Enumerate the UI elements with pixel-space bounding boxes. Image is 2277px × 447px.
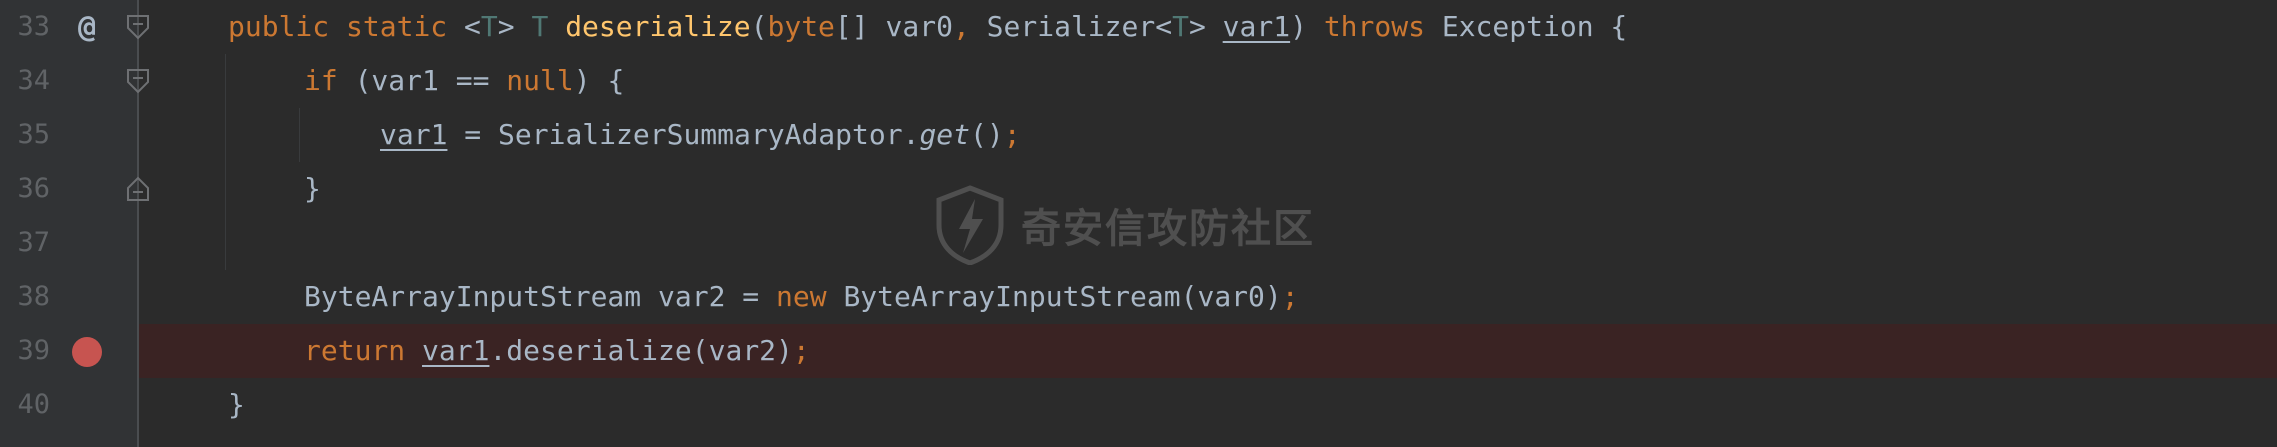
fold-icon[interactable]: [126, 176, 150, 202]
expr: = SerializerSummaryAdaptor.: [447, 118, 920, 151]
expr: (): [970, 118, 1004, 151]
at-icon[interactable]: @: [72, 13, 102, 43]
line-number[interactable]: 38: [0, 270, 50, 324]
shield-logo-icon: [936, 185, 1004, 265]
line-number[interactable]: 36: [0, 162, 50, 216]
var1-ref: var1: [380, 118, 448, 151]
keyword: static: [346, 10, 448, 43]
keyword: return: [304, 334, 406, 367]
keyword: throws: [1323, 10, 1425, 43]
line-number[interactable]: 40: [0, 378, 50, 432]
code-line[interactable]: 34 if (var1 == null) {: [0, 54, 2277, 108]
line-number[interactable]: 35: [0, 108, 50, 162]
line-number[interactable]: 34: [0, 54, 50, 108]
expr: .deserialize(var2): [489, 334, 793, 367]
method-name: deserialize: [565, 10, 751, 43]
keyword: byte: [767, 10, 835, 43]
brace: }: [228, 388, 245, 421]
code-line-breakpoint[interactable]: 39 return var1.deserialize(var2);: [0, 324, 2277, 378]
punct: <: [1155, 10, 1173, 43]
code-text[interactable]: }: [304, 162, 321, 216]
type: Exception {: [1424, 10, 1628, 43]
type-param: T: [480, 10, 498, 43]
code-line[interactable]: 35 var1 = SerializerSummaryAdaptor.get()…: [0, 108, 2277, 162]
punct: <: [464, 10, 481, 43]
punct: >: [497, 10, 515, 43]
code-line[interactable]: 38 ByteArrayInputStream var2 = new ByteA…: [0, 270, 2277, 324]
expr: ByteArrayInputStream var2 =: [304, 280, 777, 313]
code-text[interactable]: }: [228, 378, 245, 432]
line-number[interactable]: 33: [0, 0, 50, 54]
breakpoint-icon[interactable]: [72, 337, 102, 367]
param-var1: var1: [1222, 10, 1291, 43]
code-line[interactable]: 33 @ public static <T> T deserialize(byt…: [0, 0, 2277, 54]
line-number[interactable]: 39: [0, 324, 50, 378]
fold-icon[interactable]: [126, 68, 150, 94]
type: Serializer: [969, 10, 1156, 43]
punct: ): [1290, 10, 1307, 43]
keyword: public: [228, 10, 330, 43]
watermark-text: 奇安信攻防社区: [1021, 206, 1315, 252]
semicolon: ;: [792, 334, 810, 367]
semicolon: ;: [1281, 280, 1299, 313]
keyword: null: [506, 64, 574, 97]
line-number[interactable]: 37: [0, 216, 50, 270]
punct: >: [1188, 10, 1206, 43]
expr: ByteArrayInputStream(var0): [826, 280, 1282, 313]
method-get: get: [919, 118, 971, 151]
code-line[interactable]: 40 }: [0, 378, 2277, 432]
code-text[interactable]: var1 = SerializerSummaryAdaptor.get();: [380, 108, 1021, 162]
code-text[interactable]: ByteArrayInputStream var2 = new ByteArra…: [304, 270, 1299, 324]
code-text[interactable]: public static <T> T deserialize(byte[] v…: [228, 0, 1627, 54]
watermark: 奇安信攻防社区: [935, 185, 1315, 265]
var1-ref: var1: [422, 334, 490, 367]
comma: ,: [952, 10, 970, 43]
type-param: T: [531, 10, 549, 43]
code-text[interactable]: return var1.deserialize(var2);: [304, 324, 810, 378]
param: [] var0: [834, 10, 953, 43]
punct: (: [750, 10, 768, 43]
fold-icon[interactable]: [126, 14, 150, 40]
code-text[interactable]: if (var1 == null) {: [304, 54, 624, 108]
type-param: T: [1172, 10, 1189, 43]
expr: (var1 ==: [337, 64, 507, 97]
brace: }: [304, 172, 321, 205]
keyword: new: [776, 280, 827, 313]
semicolon: ;: [1003, 118, 1021, 151]
code-editor[interactable]: 33 @ public static <T> T deserialize(byt…: [0, 0, 2277, 447]
expr: ) {: [573, 64, 625, 97]
keyword: if: [304, 64, 338, 97]
